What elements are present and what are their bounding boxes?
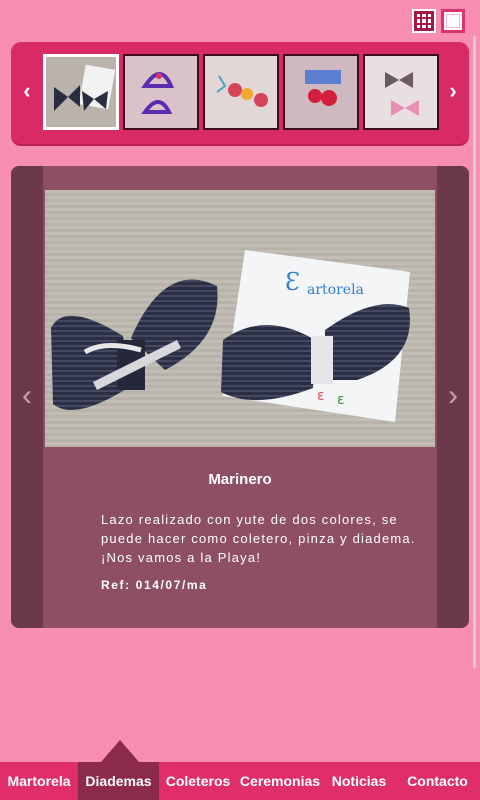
svg-text:Ɛ: Ɛ [285,268,300,296]
nav-contacto[interactable]: Contacto [395,762,480,800]
nav-ceremonias[interactable]: Ceremonias [237,762,323,800]
product-photo: Ɛ artorela ε ε ε [45,190,435,447]
red-clips-photo [205,56,277,128]
card-brand: artorela [307,282,364,298]
svg-text:ε: ε [317,388,325,404]
previous-panel[interactable]: ‹ [11,166,43,628]
product-description: Lazo realizado con yute de dos colores, … [101,512,416,565]
purple-hats-photo [125,56,197,128]
active-tab-pointer [101,740,139,762]
navy-bows-photo [46,57,116,127]
thumbnail-red-clips[interactable] [203,54,279,130]
thumbnail-track [41,52,439,134]
single-view-icon[interactable] [441,9,465,33]
chevron-right-icon[interactable]: › [443,78,463,104]
nav-coleteros[interactable]: Coleteros [159,762,237,800]
nav-noticias[interactable]: Noticias [323,762,395,800]
next-panel[interactable]: › [437,166,469,628]
product-viewer: ‹ Ɛ artorela ε ε ε [11,166,469,628]
chevron-left-icon[interactable]: ‹ [17,78,37,104]
pink-bows-photo [365,56,437,128]
thumbnail-purple-hats[interactable] [123,54,199,130]
scrollbar[interactable] [473,36,476,668]
thumbnail-navy-bows[interactable] [43,54,119,130]
product-reference: Ref: 014/07/ma [101,578,208,592]
bottom-nav: Martorela Diademas Coleteros Ceremonias … [0,762,480,800]
nav-martorela[interactable]: Martorela [0,762,78,800]
product-title: Marinero [208,471,272,488]
nav-diademas[interactable]: Diademas [78,762,159,800]
red-hairclip-photo [285,56,357,128]
thumbnail-strip: ‹ › [11,42,469,144]
grid-view-icon[interactable] [412,9,436,33]
navy-bows-image: Ɛ artorela ε ε ε [45,190,435,447]
chevron-right-icon[interactable]: › [437,380,469,412]
thumbnail-red-hairclip[interactable] [283,54,359,130]
chevron-left-icon[interactable]: ‹ [11,380,43,412]
thumbnail-pink-bows[interactable] [363,54,439,130]
svg-text:ε: ε [337,392,345,408]
